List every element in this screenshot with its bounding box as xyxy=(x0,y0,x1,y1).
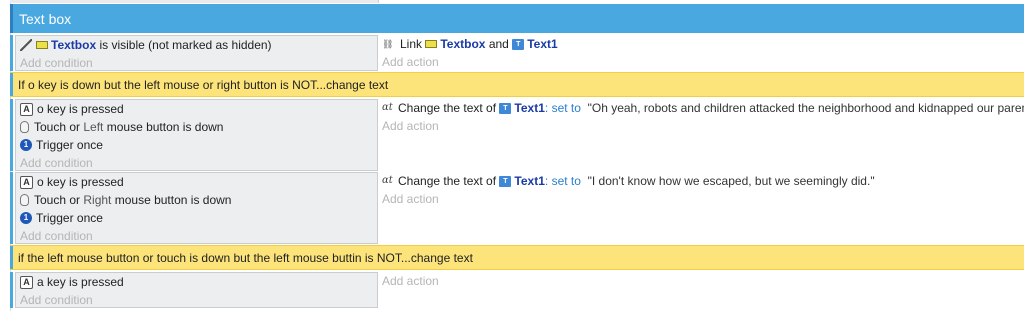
previous-event-edge xyxy=(10,0,1024,3)
comment-row[interactable]: If o key is down but the left mouse or r… xyxy=(10,72,1024,97)
action-set-text[interactable]: αt Change the text of T Text1: set to "Oh… xyxy=(379,99,1024,117)
add-condition-link[interactable]: Add condition xyxy=(16,227,377,245)
condition-text: key is pressed xyxy=(47,175,124,189)
key-param: o xyxy=(37,102,44,116)
key-param: a xyxy=(37,275,44,289)
conditions-panel[interactable]: A o key is pressed Touch or Right mouse … xyxy=(15,172,378,244)
link-icon: ⛓ xyxy=(382,39,394,49)
group-header[interactable]: Text box xyxy=(10,4,1024,33)
text-value: "I don't know how we escaped, but we see… xyxy=(587,174,875,188)
set-to-keyword: set to xyxy=(551,101,581,115)
object-name: Text1 xyxy=(527,37,558,51)
actions-panel[interactable]: ⛓ Link Textbox and T Text1 Add action xyxy=(379,35,1024,71)
condition-text: mouse button is down xyxy=(114,193,232,207)
condition-text: is visible (not marked as hidden) xyxy=(99,38,272,52)
key-icon: A xyxy=(20,175,33,189)
action-text: Change the text of xyxy=(398,174,497,188)
condition-trigger-once[interactable]: 1 Trigger once xyxy=(16,136,377,154)
actions-panel[interactable]: Add action xyxy=(379,272,1024,308)
add-condition-link[interactable]: Add condition xyxy=(16,291,377,309)
trigger-once-icon: 1 xyxy=(20,212,32,224)
text-value: "Oh yeah, robots and children attacked t… xyxy=(587,101,1024,115)
text-icon: αt xyxy=(382,175,393,186)
condition-text: key is pressed xyxy=(47,102,124,116)
set-to-keyword: set to xyxy=(551,174,581,188)
action-set-text[interactable]: αt Change the text of T Text1: set to "I … xyxy=(379,172,1024,190)
conditions-panel[interactable]: A a key is pressed Add condition xyxy=(15,272,378,308)
object-name: Text1 xyxy=(514,174,545,188)
event-row[interactable]: Textbox is visible (not marked as hidden… xyxy=(10,35,1024,71)
condition-text: Touch or xyxy=(34,120,81,134)
condition-text: Trigger once xyxy=(36,138,103,152)
group-title: Text box xyxy=(19,10,72,27)
mouse-button-param: Left xyxy=(83,120,104,134)
condition-text: Touch or xyxy=(34,193,81,207)
condition-key-pressed[interactable]: A a key is pressed xyxy=(16,273,377,291)
mouse-icon xyxy=(20,121,29,133)
condition-mouse-down[interactable]: Touch or Right mouse button is down xyxy=(16,191,377,209)
add-condition-link[interactable]: Add condition xyxy=(16,54,377,72)
conditions-panel[interactable]: A o key is pressed Touch or Left mouse b… xyxy=(15,99,378,171)
condition-text: mouse button is down xyxy=(106,120,224,134)
text-icon: αt xyxy=(382,102,393,113)
text-object-icon: T xyxy=(499,102,512,114)
condition-mouse-down[interactable]: Touch or Left mouse button is down xyxy=(16,118,377,136)
comment-text: if the left mouse button or touch is dow… xyxy=(18,250,473,265)
mouse-icon xyxy=(20,194,29,206)
event-row[interactable]: A o key is pressed Touch or Left mouse b… xyxy=(10,99,1024,171)
connector-text: and xyxy=(488,37,509,51)
condition-key-pressed[interactable]: A o key is pressed xyxy=(16,173,377,191)
condition-text: Trigger once xyxy=(36,211,103,225)
condition-trigger-once[interactable]: 1 Trigger once xyxy=(16,209,377,227)
text-object-icon: T xyxy=(512,38,525,50)
action-text: Change the text of xyxy=(398,101,497,115)
actions-panel[interactable]: αt Change the text of T Text1: set to "Oh… xyxy=(379,99,1024,171)
add-action-link[interactable]: Add action xyxy=(379,117,1024,135)
event-row[interactable]: A a key is pressed Add condition Add act… xyxy=(10,272,1024,308)
condition-text: key is pressed xyxy=(47,275,124,289)
object-name: Textbox xyxy=(51,38,97,52)
key-param: o xyxy=(37,175,44,189)
add-condition-link[interactable]: Add condition xyxy=(16,154,377,172)
visible-icon xyxy=(20,39,32,51)
add-action-link[interactable]: Add action xyxy=(379,53,1024,71)
trigger-once-icon: 1 xyxy=(20,139,32,151)
textbox-object-icon xyxy=(425,40,438,48)
object-name: Text1 xyxy=(514,101,545,115)
textbox-object-icon xyxy=(36,41,48,49)
mouse-button-param: Right xyxy=(83,193,112,207)
separator: : xyxy=(544,101,549,115)
object-name: Textbox xyxy=(440,37,486,51)
key-icon: A xyxy=(20,102,33,116)
event-row[interactable]: A o key is pressed Touch or Right mouse … xyxy=(10,172,1024,244)
separator: : xyxy=(544,174,549,188)
text-object-icon: T xyxy=(499,175,512,187)
condition-key-pressed[interactable]: A o key is pressed xyxy=(16,100,377,118)
actions-panel[interactable]: αt Change the text of T Text1: set to "I … xyxy=(379,172,1024,244)
conditions-panel[interactable]: Textbox is visible (not marked as hidden… xyxy=(15,35,378,71)
add-action-link[interactable]: Add action xyxy=(379,272,1024,290)
condition-textbox-visible[interactable]: Textbox is visible (not marked as hidden… xyxy=(16,36,377,54)
comment-text: If o key is down but the left mouse or r… xyxy=(18,77,389,92)
comment-row[interactable]: if the left mouse button or touch is dow… xyxy=(10,245,1024,270)
action-prefix: Link xyxy=(400,37,423,51)
key-icon: A xyxy=(20,275,33,289)
action-link[interactable]: ⛓ Link Textbox and T Text1 xyxy=(379,35,1024,53)
add-action-link[interactable]: Add action xyxy=(379,190,1024,208)
